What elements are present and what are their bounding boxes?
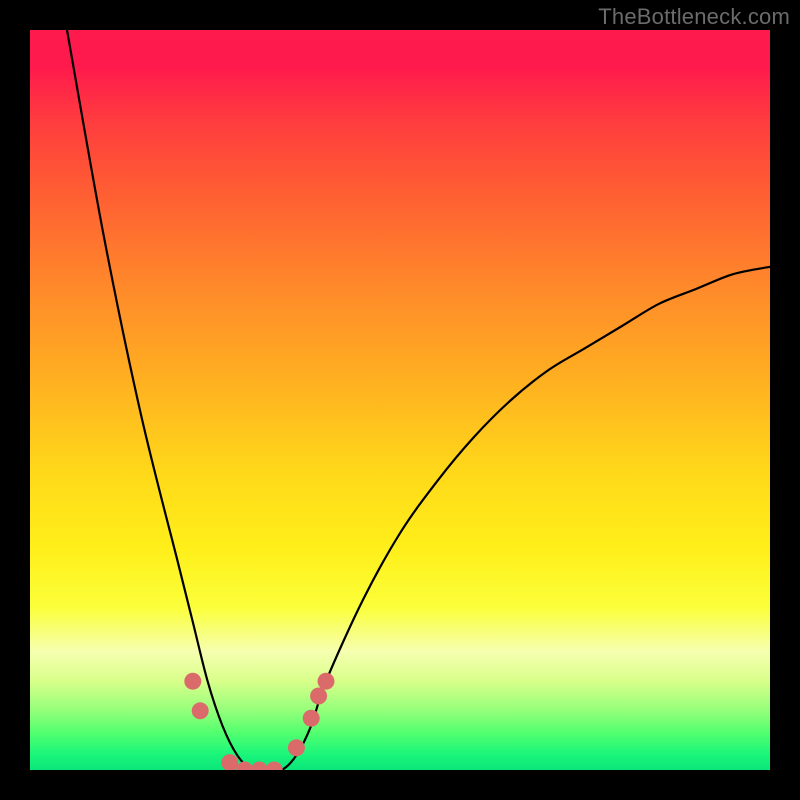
curve-svg xyxy=(30,30,770,770)
curve-marker xyxy=(192,702,209,719)
curve-marker xyxy=(288,739,305,756)
watermark-text: TheBottleneck.com xyxy=(598,4,790,30)
curve-marker xyxy=(236,762,253,771)
curve-marker xyxy=(266,762,283,771)
curve-marker xyxy=(221,754,238,770)
bottleneck-curve xyxy=(67,30,770,770)
curve-marker xyxy=(251,762,268,771)
curve-marker xyxy=(184,673,201,690)
curve-marker xyxy=(310,688,327,705)
chart-stage: TheBottleneck.com xyxy=(0,0,800,800)
curve-markers xyxy=(184,673,334,770)
plot-area xyxy=(30,30,770,770)
curve-marker xyxy=(318,673,335,690)
curve-marker xyxy=(303,710,320,727)
